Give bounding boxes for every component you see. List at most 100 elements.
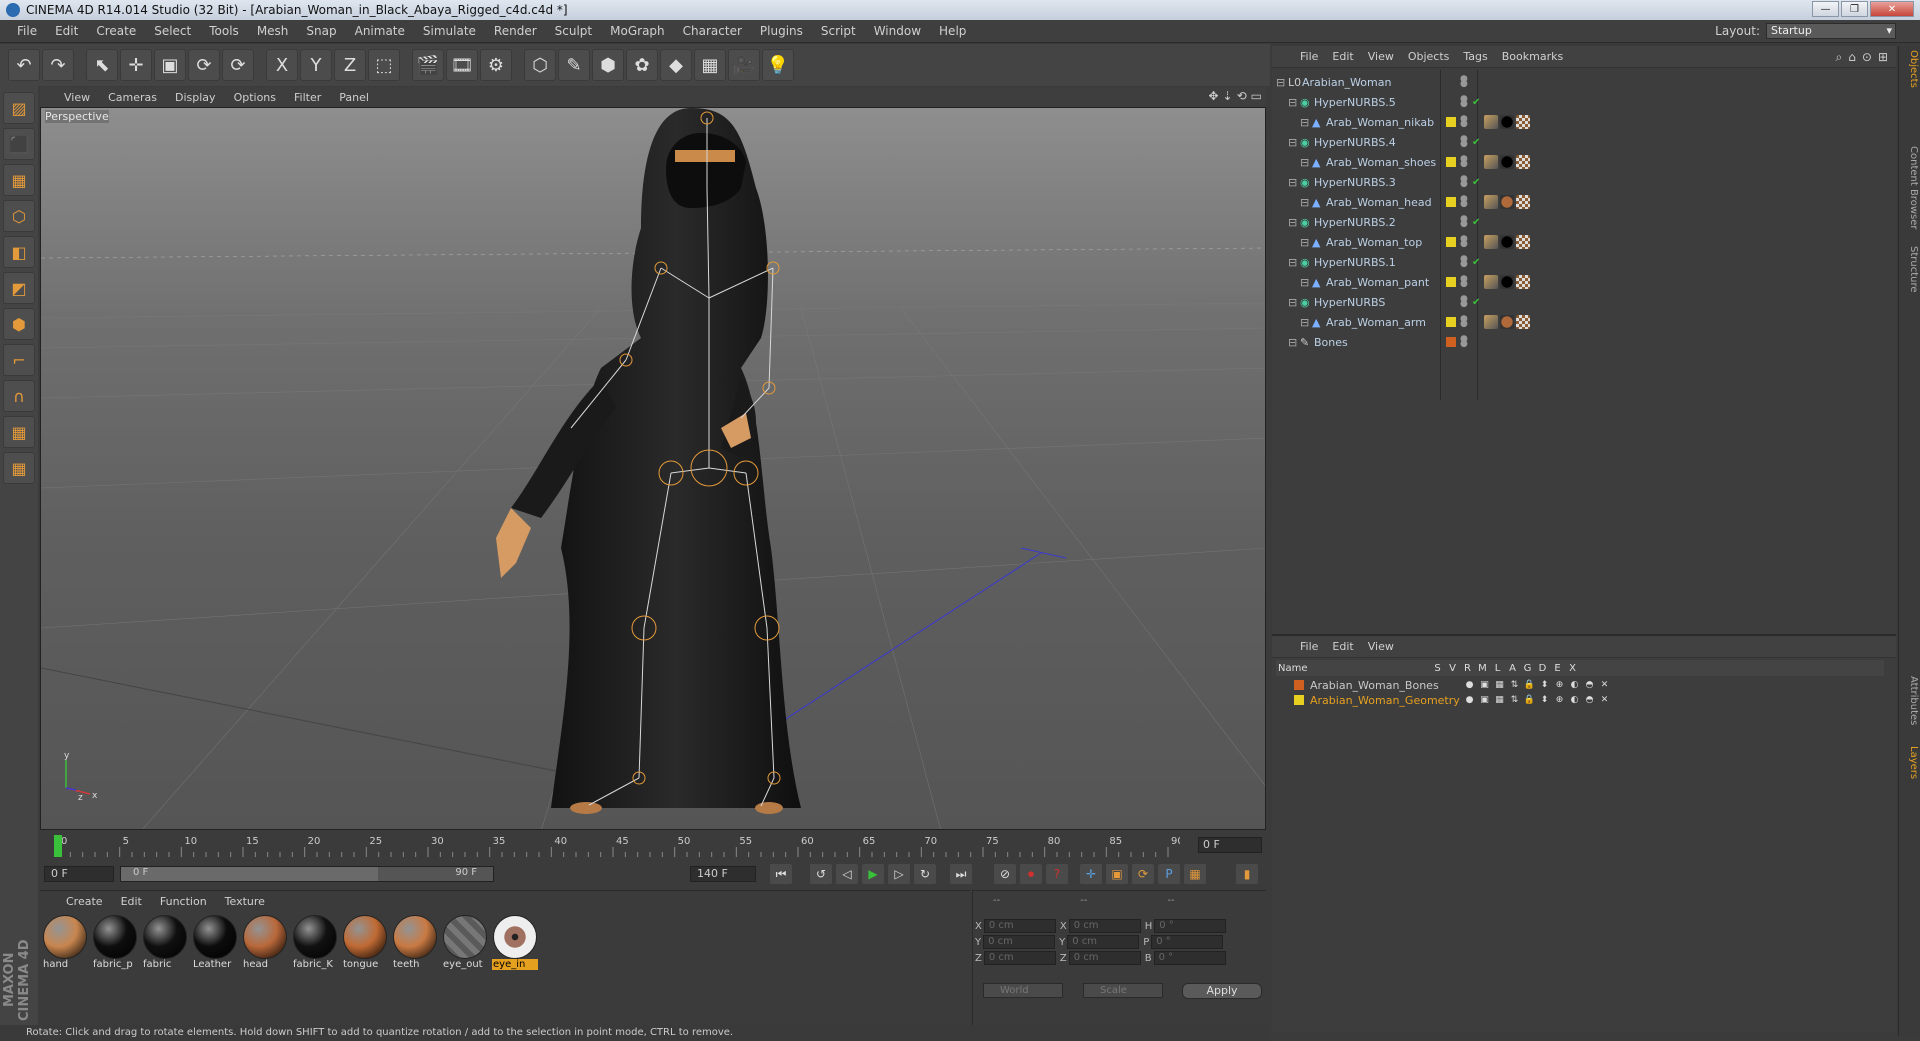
left-tool-5-icon[interactable]: ◩ <box>3 272 35 304</box>
timeline[interactable]: 051015202530354045505560657075808590 0 F <box>40 833 1266 863</box>
layer-toggle-icon[interactable]: ◐ <box>1567 695 1582 705</box>
visibility-dots-icon[interactable]: ● ● <box>1460 275 1468 289</box>
visibility-dots-icon[interactable]: ● ● <box>1460 75 1468 89</box>
scale-icon[interactable]: ▣ <box>154 49 186 81</box>
layer-color-swatch[interactable] <box>1294 680 1304 690</box>
subdivision-surface-icon[interactable]: ⬢ <box>592 49 624 81</box>
layer-column-a[interactable]: A <box>1505 663 1520 674</box>
object-name[interactable]: Arab_Woman_arm <box>1326 316 1426 329</box>
menu-plugins[interactable]: Plugins <box>751 24 812 38</box>
layer-toggle-icon[interactable]: ⊕ <box>1552 695 1567 705</box>
y-axis-icon[interactable]: Y <box>300 49 332 81</box>
next-frame-icon[interactable]: ▷ <box>888 864 910 884</box>
layer-row[interactable]: Arabian_Woman_Geometry ● ▣ ▦ ⇅ 🔒 ⬍ ⊕ ◐ ◓ ✕ <box>1276 693 1612 707</box>
material-teeth[interactable]: teeth <box>392 915 438 975</box>
object-name[interactable]: HyperNURBS.1 <box>1314 256 1396 269</box>
z-axis-icon[interactable]: Z <box>334 49 366 81</box>
layer-toggle-icon[interactable]: ✕ <box>1597 695 1612 705</box>
expand-icon[interactable]: ⊟ <box>1300 236 1309 249</box>
menu-window[interactable]: Window <box>865 24 930 38</box>
close-button[interactable]: ✕ <box>1870 1 1914 17</box>
layer-toggle-icon[interactable]: ◓ <box>1582 695 1597 705</box>
layer-toggle-icon[interactable]: ⬍ <box>1537 680 1552 690</box>
coord-position-field[interactable]: 0 cm <box>983 951 1056 965</box>
layer-menu-edit[interactable]: Edit <box>1332 640 1353 653</box>
visibility-dots-icon[interactable]: ● ● <box>1460 335 1468 349</box>
autokey-icon[interactable]: ? <box>1046 864 1068 884</box>
expand-icon[interactable]: ⊟ <box>1288 136 1297 149</box>
object-name[interactable]: Arab_Woman_nikab <box>1326 116 1434 129</box>
cloner-icon[interactable]: ✿ <box>626 49 658 81</box>
object-row-hypernurbs-1[interactable]: ⊟ ◉ HyperNURBS.1 ● ● ✔ <box>1276 252 1888 272</box>
cube-icon[interactable]: ⬡ <box>524 49 556 81</box>
layer-column-l[interactable]: L <box>1490 663 1505 674</box>
enabled-check-icon[interactable]: ✔ <box>1472 177 1480 188</box>
menu-mograph[interactable]: MoGraph <box>601 24 674 38</box>
left-tool-9-icon[interactable]: ▦ <box>3 416 35 448</box>
material-tag-icon[interactable] <box>1500 195 1514 209</box>
coord-mode-dropdown[interactable]: World <box>983 983 1063 998</box>
menu-sculpt[interactable]: Sculpt <box>546 24 601 38</box>
minimize-button[interactable]: — <box>1812 1 1839 17</box>
layer-toggle-icon[interactable]: 🔒 <box>1522 695 1537 705</box>
undo-icon[interactable]: ↶ <box>8 49 40 81</box>
layer-toggle-icon[interactable]: 🔒 <box>1522 680 1537 690</box>
material-tag-icon[interactable] <box>1500 155 1514 169</box>
spline-pen-icon[interactable]: ✎ <box>558 49 590 81</box>
current-frame-field[interactable]: 0 F <box>1198 837 1262 853</box>
expand-icon[interactable]: ⊟ <box>1300 196 1309 209</box>
object-menu-bookmarks[interactable]: Bookmarks <box>1502 50 1563 63</box>
side-tab-layers[interactable]: Layers <box>1901 746 1919 779</box>
texture-tag-icon[interactable] <box>1516 195 1530 209</box>
goto-end-icon[interactable]: ⏭ <box>950 864 972 884</box>
material-menu-texture[interactable]: Texture <box>225 895 265 908</box>
object-row-arabian-woman[interactable]: ⊟ L0 Arabian_Woman ● ● <box>1276 72 1888 92</box>
enabled-check-icon[interactable]: ✔ <box>1472 137 1480 148</box>
x-axis-icon[interactable]: X <box>266 49 298 81</box>
material-menu-function[interactable]: Function <box>160 895 207 908</box>
layer-column-e[interactable]: E <box>1550 663 1565 674</box>
visibility-dots-icon[interactable]: ● ● <box>1460 95 1468 109</box>
object-name[interactable]: Arab_Woman_head <box>1326 196 1432 209</box>
object-menu-objects[interactable]: Objects <box>1408 50 1450 63</box>
material-leather[interactable]: Leather <box>192 915 238 975</box>
menu-render[interactable]: Render <box>485 24 546 38</box>
render-picture-viewer-icon[interactable]: 🎞 <box>446 49 478 81</box>
material-hand[interactable]: hand <box>42 915 88 975</box>
material-head[interactable]: head <box>242 915 288 975</box>
texture-tag-icon[interactable] <box>1516 275 1530 289</box>
object-row-hypernurbs-2[interactable]: ⊟ ◉ HyperNURBS.2 ● ● ✔ <box>1276 212 1888 232</box>
move-icon[interactable]: ✛ <box>120 49 152 81</box>
left-tool-6-icon[interactable]: ⬢ <box>3 308 35 340</box>
material-fabric[interactable]: fabric <box>142 915 188 975</box>
material-tag-icon[interactable] <box>1500 315 1514 329</box>
new-window-icon[interactable]: ⊞ <box>1878 50 1888 65</box>
prev-frame-icon[interactable]: ◁ <box>836 864 858 884</box>
start-frame-field[interactable]: 0 F <box>44 866 114 882</box>
object-name[interactable]: Bones <box>1314 336 1348 349</box>
menu-mesh[interactable]: Mesh <box>248 24 298 38</box>
end-frame-field[interactable]: 140 F <box>690 866 756 882</box>
phong-tag-icon[interactable] <box>1484 155 1498 169</box>
phong-tag-icon[interactable] <box>1484 115 1498 129</box>
layer-column-name[interactable]: Name <box>1276 663 1430 674</box>
side-tab-attributes[interactable]: Attributes <box>1901 676 1919 725</box>
side-tab-structure[interactable]: Structure <box>1901 246 1919 293</box>
menu-select[interactable]: Select <box>145 24 200 38</box>
layer-color-swatch[interactable] <box>1446 317 1456 327</box>
apply-button[interactable]: Apply <box>1182 983 1262 999</box>
coord-size-field[interactable]: 0 cm <box>1067 935 1140 949</box>
layer-toggle-icon[interactable]: ▣ <box>1477 695 1492 705</box>
object-name[interactable]: HyperNURBS.5 <box>1314 96 1396 109</box>
expand-icon[interactable]: ⊟ <box>1288 256 1297 269</box>
viewport-menu-display[interactable]: Display <box>175 91 216 104</box>
viewport-menu-options[interactable]: Options <box>234 91 276 104</box>
layer-color-swatch[interactable] <box>1446 337 1456 347</box>
menu-simulate[interactable]: Simulate <box>414 24 485 38</box>
enabled-check-icon[interactable]: ✔ <box>1472 217 1480 228</box>
move-view-icon[interactable]: ✥ <box>1208 89 1218 103</box>
visibility-dots-icon[interactable]: ● ● <box>1460 155 1468 169</box>
link-icon[interactable]: ⊙ <box>1862 50 1872 65</box>
layer-column-m[interactable]: M <box>1475 663 1490 674</box>
layer-column-s[interactable]: S <box>1430 663 1445 674</box>
